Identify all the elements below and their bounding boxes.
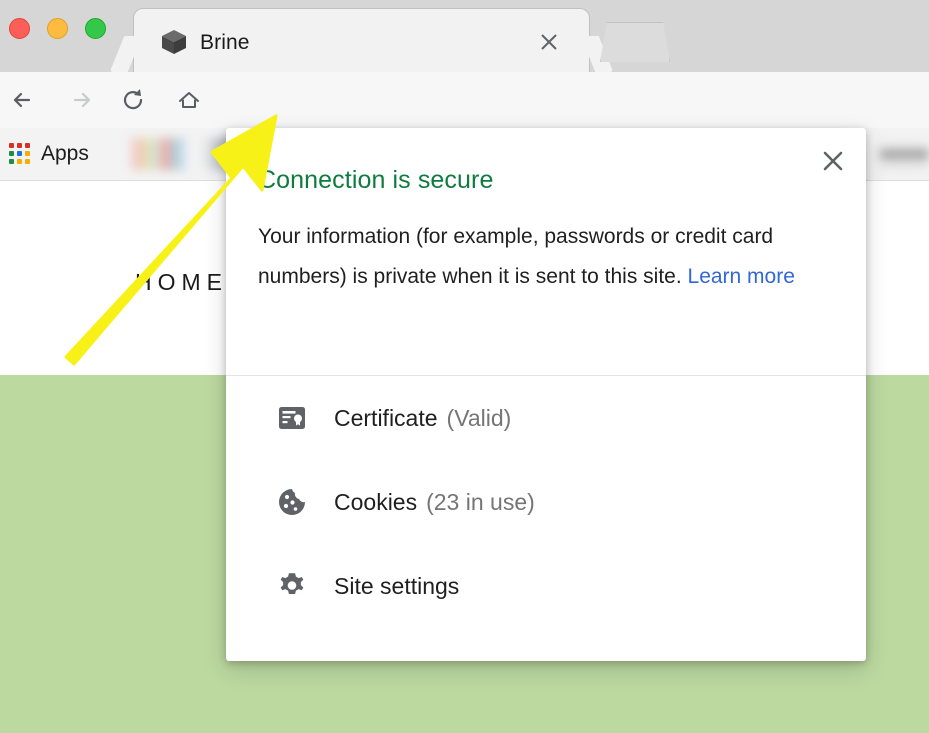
menu-detail-cookies: (23 in use) [426, 489, 535, 516]
minimize-window-button[interactable] [47, 18, 68, 39]
bookmark-item-redacted[interactable] [880, 138, 929, 170]
cookie-icon [276, 486, 308, 518]
certificate-icon [276, 402, 308, 434]
menu-item-cookies[interactable]: Cookies (23 in use) [226, 460, 866, 544]
navigation-toolbar: Secure https://www.hover-test.com [0, 72, 929, 129]
popup-header: Connection is secure Your information (f… [258, 166, 826, 297]
bookmark-item-redacted[interactable] [190, 138, 230, 170]
forward-arrow-icon [68, 85, 98, 115]
back-arrow-icon[interactable] [8, 85, 38, 115]
home-icon[interactable] [174, 85, 204, 115]
window-controls [9, 18, 106, 39]
new-tab-button[interactable] [600, 22, 670, 62]
popup-description: Your information (for example, passwords… [258, 217, 836, 297]
cube-icon [161, 29, 187, 55]
menu-item-site-settings[interactable]: Site settings [226, 544, 866, 628]
popup-title: Connection is secure [258, 166, 826, 195]
site-security-popup: Connection is secure Your information (f… [226, 128, 866, 661]
maximize-window-button[interactable] [85, 18, 106, 39]
menu-label-certificate: Certificate [334, 405, 438, 432]
tab-title: Brine [200, 31, 250, 55]
popup-menu: Certificate (Valid) Cookies (23 in use) [226, 376, 866, 628]
menu-item-certificate[interactable]: Certificate (Valid) [226, 376, 866, 460]
close-window-button[interactable] [9, 18, 30, 39]
browser-tab[interactable]: Brine [134, 9, 589, 72]
close-icon[interactable] [538, 31, 560, 53]
bookmark-item-redacted[interactable] [131, 138, 189, 170]
browser-window: Brine [0, 0, 929, 733]
bookmark-label-apps: Apps [41, 142, 89, 166]
learn-more-link[interactable]: Learn more [688, 265, 795, 288]
tab-strip: Brine [0, 0, 929, 72]
nav-link-home[interactable]: HOME [135, 269, 228, 296]
gear-icon [276, 570, 308, 602]
apps-grid-icon [9, 143, 31, 165]
menu-label-cookies: Cookies [334, 489, 417, 516]
bookmark-item-apps[interactable]: Apps [9, 138, 89, 170]
menu-label-site-settings: Site settings [334, 573, 459, 600]
reload-icon[interactable] [118, 85, 148, 115]
menu-detail-certificate: (Valid) [447, 405, 512, 432]
